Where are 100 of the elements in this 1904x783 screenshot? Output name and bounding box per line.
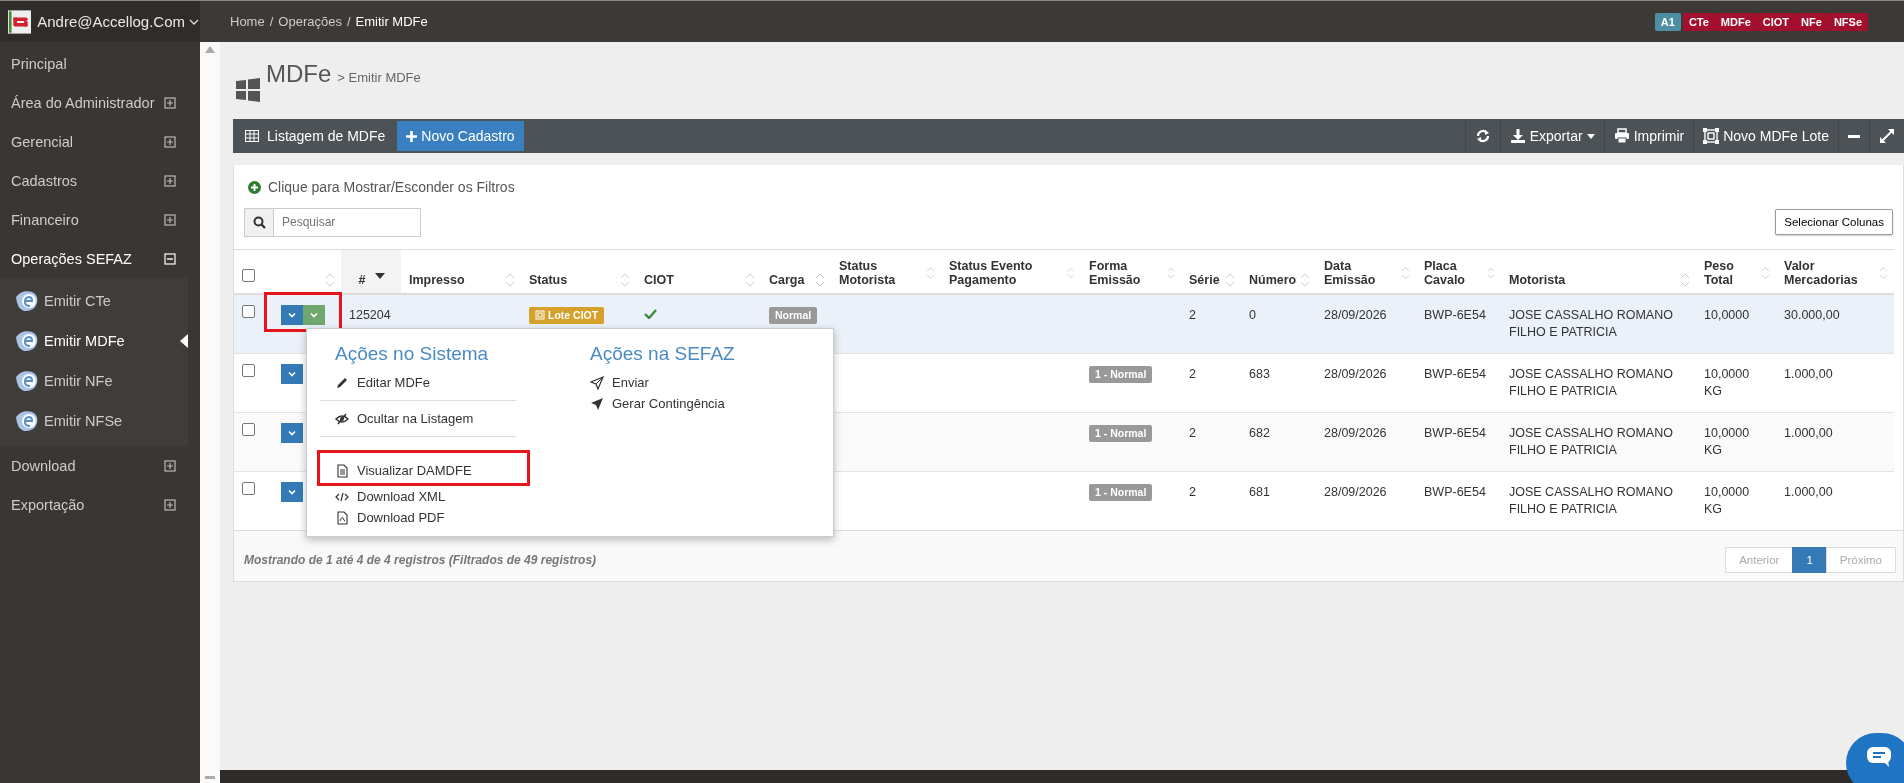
download-icon [1509, 128, 1526, 144]
table-icon [245, 130, 259, 142]
batch-button[interactable]: Novo MDFe Lote [1693, 119, 1838, 153]
table-cell: 28/09/2026 [1324, 366, 1387, 381]
eye-slash-icon [335, 411, 349, 426]
column-header[interactable]: # [358, 272, 366, 287]
sidebar-item[interactable]: Principal [0, 44, 200, 83]
plus-circle-icon [248, 180, 261, 194]
sidebar-item[interactable]: Exportação [0, 485, 200, 524]
breadcrumb-item[interactable]: Home [230, 14, 265, 29]
column-header[interactable]: CIOT [644, 272, 674, 287]
module-badge: CTe [1682, 12, 1715, 31]
checkbox[interactable] [242, 422, 255, 436]
dropdown-button[interactable] [281, 422, 303, 443]
table-cell: 681 [1249, 484, 1270, 499]
column-header[interactable]: Valor Mercadorias [1784, 258, 1880, 287]
status-badge: Lote CIOT [529, 306, 605, 324]
breadcrumb-separator: / [346, 14, 351, 29]
table-cell: 1.000,00 [1784, 366, 1833, 381]
records-info: Mostrando de 1 até 4 de 4 registros (Filtrados de 49 registros) [244, 552, 597, 567]
sidebar-item[interactable]: Operações SEFAZ [0, 239, 200, 278]
export-button[interactable]: Exportar [1499, 119, 1604, 153]
column-header[interactable]: Status [529, 272, 568, 287]
breadcrumb-item: Emitir MDFe [355, 14, 428, 29]
breadcrumb-item[interactable]: Operações [278, 14, 342, 29]
column-header[interactable]: Carga [769, 272, 805, 287]
dropdown-button[interactable] [281, 304, 303, 325]
module-badge: MDFe [1714, 12, 1757, 31]
table-cell: 0 [1249, 307, 1256, 322]
column-header[interactable]: Forma Emissão [1089, 258, 1167, 287]
column-header[interactable]: Status Evento Pagamento [949, 258, 1068, 287]
plus-icon [406, 130, 418, 142]
page-title: MDFe [266, 60, 332, 88]
filters-toggle-link[interactable]: Clique para Mostrar/Esconder os Filtros [268, 179, 515, 195]
windows-logo-icon [236, 77, 260, 102]
table-cell: 28/09/2026 [1324, 484, 1387, 499]
search-icon [252, 215, 266, 229]
sidebar-subitem[interactable]: Emitir MDFe [0, 321, 188, 361]
table-cell: 682 [1249, 425, 1270, 440]
sidebar-subitem[interactable]: Emitir NFSe [0, 401, 188, 441]
table-cell: 125204 [349, 307, 391, 322]
pdf-icon [335, 510, 349, 525]
sidebar-item[interactable]: Financeiro [0, 200, 200, 239]
sidebar-item[interactable]: Cadastros [0, 161, 200, 200]
breadcrumb-separator: / [269, 14, 274, 29]
menu-item[interactable]: Download XML [320, 486, 461, 507]
new-record-button[interactable]: Novo Cadastro [397, 121, 524, 151]
dropdown-button[interactable] [281, 481, 303, 502]
menu-item[interactable]: Download PDF [320, 507, 460, 528]
emission-badge: 1 - Normal [1089, 424, 1153, 442]
table-cell: 2 [1189, 425, 1196, 440]
column-header[interactable]: Data Emissão [1324, 258, 1401, 287]
table-cell: 2 [1189, 307, 1196, 322]
table-cell: BWP-6E54 [1424, 366, 1486, 381]
panel-title: Listagem de MDFe [267, 128, 386, 144]
page-subtitle: > Emitir MDFe [337, 70, 421, 85]
sidebar-item[interactable]: Área do Administrador [0, 83, 200, 122]
search-field[interactable]: Pesquisar [274, 207, 421, 237]
table-cell: 1.000,00 [1784, 425, 1833, 440]
sidebar-item[interactable]: Download [0, 446, 200, 485]
dropdown-button[interactable] [281, 363, 303, 384]
checkbox[interactable] [242, 363, 255, 377]
table-cell: BWP-6E54 [1424, 307, 1486, 322]
module-badge: A1 [1654, 12, 1681, 31]
checkbox[interactable] [242, 481, 255, 495]
column-header[interactable]: Placa Cavalo [1424, 258, 1487, 287]
module-badge: NFe [1795, 12, 1828, 31]
sidebar-subitem[interactable]: Emitir CTe [0, 281, 188, 321]
minimize-icon [1848, 134, 1860, 138]
column-header[interactable]: Motorista [1509, 272, 1566, 287]
table-cell: 683 [1249, 366, 1270, 381]
cargo-badge: Normal [769, 306, 818, 324]
refresh-icon [1474, 128, 1491, 144]
sidebar-item[interactable]: Gerencial [0, 122, 200, 161]
table-cell: 1.000,00 [1784, 484, 1833, 499]
emission-badge: 1 - Normal [1089, 365, 1153, 383]
print-button[interactable]: Imprimir [1603, 119, 1694, 153]
menu-item[interactable]: Gerar Contingência [575, 393, 740, 414]
module-badge: CIOT [1756, 12, 1796, 31]
sidebar-subitem[interactable]: Emitir NFe [0, 361, 188, 401]
checkbox[interactable] [242, 269, 255, 283]
select-columns-button[interactable]: Selecionar Colunas [1775, 209, 1893, 235]
table-cell: 2 [1189, 366, 1196, 381]
chat-button[interactable] [1846, 733, 1904, 783]
menu-item[interactable]: Editar MDFe [320, 372, 445, 393]
column-header[interactable]: Impresso [409, 272, 465, 287]
checkbox[interactable] [242, 304, 255, 318]
module-badge: NFSe [1827, 12, 1868, 31]
pagination-button[interactable]: 1 [1792, 546, 1827, 573]
table-cell: JOSE CASSALHO ROMANO FILHO E PATRICIA [1509, 307, 1673, 339]
column-header[interactable]: Peso Total [1704, 258, 1761, 287]
menu-item[interactable]: Enviar [575, 372, 664, 393]
column-header[interactable]: Status Motorista [839, 258, 927, 287]
paper-plane-icon [590, 375, 604, 390]
table-cell: BWP-6E54 [1424, 484, 1486, 499]
logo [8, 8, 32, 35]
table-cell: 10,0000 KG [1704, 425, 1750, 457]
column-header[interactable]: Série [1189, 272, 1220, 287]
dropdown-button[interactable] [303, 304, 325, 325]
column-header[interactable]: Número [1249, 272, 1297, 287]
